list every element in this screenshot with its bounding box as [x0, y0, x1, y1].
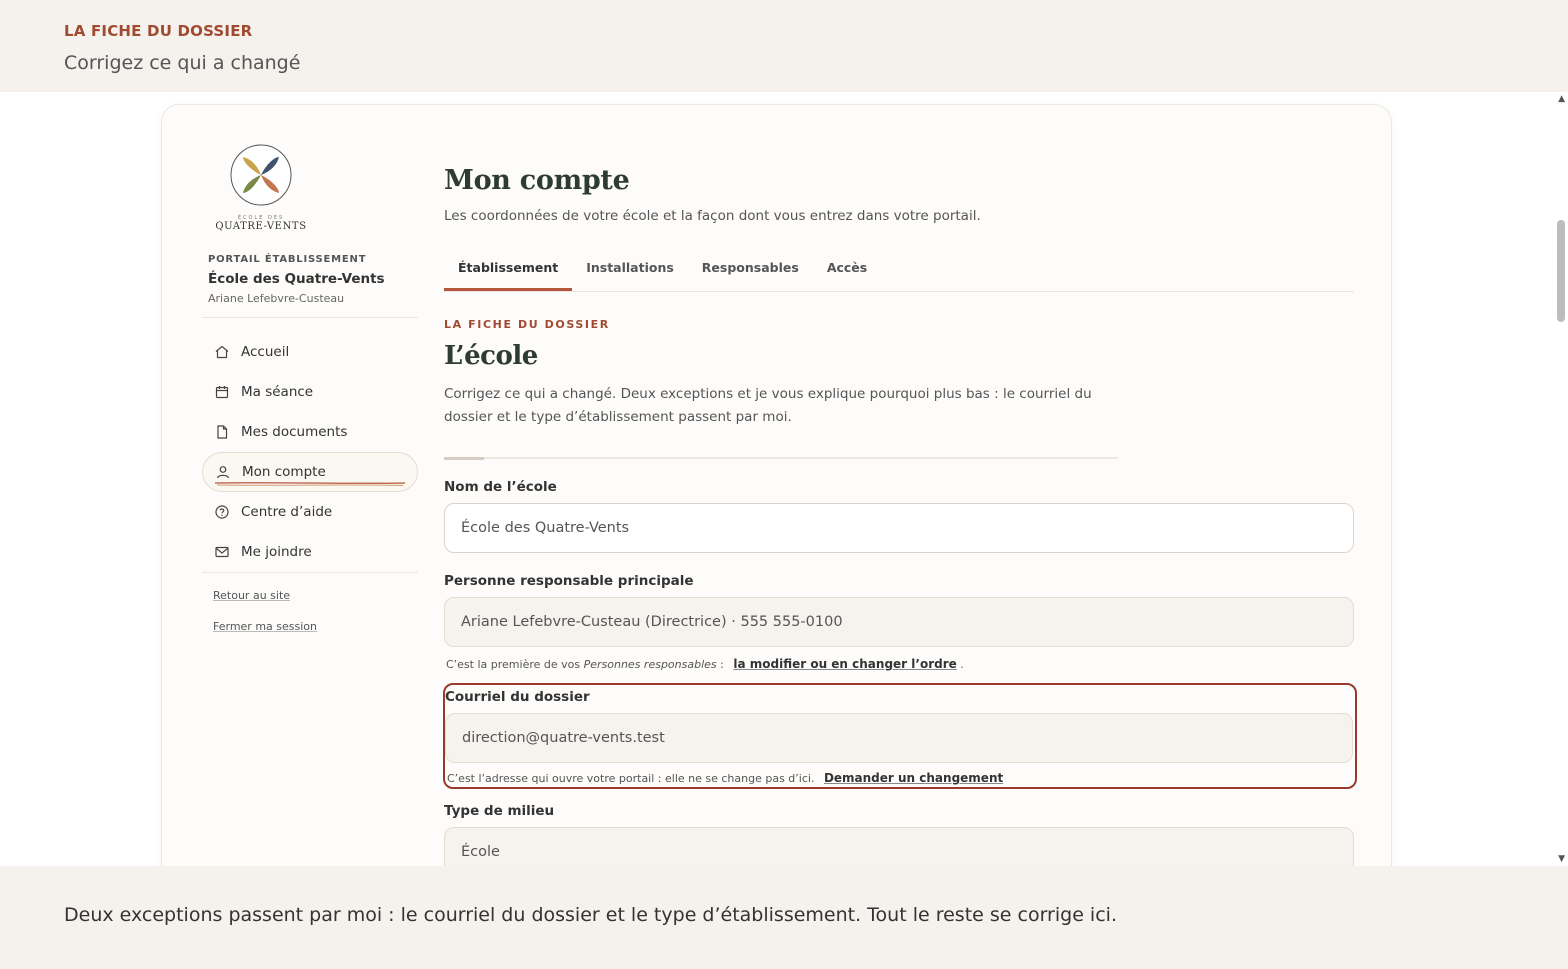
portal-label: PORTAIL ÉTABLISSEMENT: [208, 254, 367, 265]
user-icon: [215, 464, 231, 480]
email-label: Courriel du dossier: [445, 689, 590, 705]
fermer-session-link[interactable]: Fermer ma session: [213, 620, 418, 633]
main-contact-value: Ariane Lefebvre-Custeau (Directrice) · 5…: [461, 614, 843, 630]
email-highlight-box: Courriel du dossier direction@quatre-ven…: [443, 683, 1357, 789]
section-description: Corrigez ce qui a changé. Deux exception…: [444, 386, 1092, 425]
main-contact-hint: C’est la première de vos Personnes respo…: [444, 657, 1354, 671]
sidebar-item-centre-aide[interactable]: Centre d’aide: [202, 492, 418, 532]
help-icon: [214, 504, 230, 520]
sidebar-nav: Accueil Ma séance Mes documents Mon comp…: [202, 332, 418, 572]
active-underline-decoration: [215, 482, 405, 486]
sidebar-item-label: Accueil: [241, 344, 290, 360]
type-value: École: [461, 844, 500, 860]
modify-responsables-link[interactable]: la modifier ou en changer l’ordre: [733, 657, 956, 671]
type-label: Type de milieu: [444, 803, 555, 819]
sidebar-school-name: École des Quatre-Vents: [208, 271, 385, 287]
sidebar-item-label: Mes documents: [241, 424, 348, 440]
account-tabs: Établissement Installations Responsables…: [444, 250, 1354, 292]
bottom-banner-text: Deux exceptions passent par moi : le cou…: [64, 904, 1117, 926]
sidebar-user-name: Ariane Lefebvre-Custeau: [208, 292, 345, 305]
tab-acces[interactable]: Accès: [813, 250, 881, 291]
top-banner: LA FICHE DU DOSSIER Corrigez ce qui a ch…: [0, 0, 1568, 92]
school-name-value: École des Quatre-Vents: [461, 520, 630, 536]
hint-separator: :: [716, 658, 724, 671]
sidebar-item-label: Mon compte: [242, 464, 326, 480]
sidebar-item-mon-compte[interactable]: Mon compte: [202, 452, 418, 492]
type-field: École: [444, 827, 1354, 866]
mail-icon: [214, 544, 230, 560]
calendar-icon: [214, 384, 230, 400]
retour-au-site-link[interactable]: Retour au site: [213, 589, 418, 602]
logo-name: QUATRE-VENTS: [215, 221, 307, 232]
scroll-up-icon[interactable]: ▲: [1558, 94, 1565, 104]
main-content: Mon compte Les coordonnées de votre écol…: [443, 165, 1357, 866]
document-icon: [214, 424, 230, 440]
page-viewport: ÉCOLE DES QUATRE-VENTS PORTAIL ÉTABLISSE…: [0, 92, 1568, 866]
hint-end: .: [960, 658, 964, 671]
email-value: direction@quatre-vents.test: [462, 730, 665, 746]
email-hint: C’est l’adresse qui ouvre votre portail …: [445, 771, 1353, 785]
banner-subtitle: Corrigez ce qui a changé: [64, 52, 301, 74]
tab-etablissement[interactable]: Établissement: [444, 250, 573, 291]
tab-responsables[interactable]: Responsables: [688, 250, 813, 291]
sidebar-item-me-joindre[interactable]: Me joindre: [202, 532, 418, 572]
scroll-thumb[interactable]: [1557, 220, 1565, 322]
sidebar-item-accueil[interactable]: Accueil: [202, 332, 418, 372]
sidebar-item-label: Me joindre: [241, 544, 312, 560]
account-card: ÉCOLE DES QUATRE-VENTS PORTAIL ÉTABLISSE…: [161, 104, 1392, 866]
page-title: Mon compte: [444, 165, 630, 196]
logo-emblem-icon: [230, 144, 292, 206]
school-name-label: Nom de l’école: [444, 479, 557, 495]
hint-prefix: C’est la première de vos: [446, 658, 584, 671]
page-subtitle: Les coordonnées de votre école et la faç…: [444, 208, 981, 224]
hint-emphasis: Personnes responsables: [583, 658, 717, 671]
sidebar-item-label: Ma séance: [241, 384, 314, 400]
main-contact-field: Ariane Lefebvre-Custeau (Directrice) · 5…: [444, 597, 1354, 647]
email-field: direction@quatre-vents.test: [445, 713, 1353, 763]
school-name-input[interactable]: École des Quatre-Vents: [444, 503, 1354, 553]
section-title: L’école: [444, 341, 538, 371]
section-eyebrow: LA FICHE DU DOSSIER: [444, 318, 610, 331]
main-contact-label: Personne responsable principale: [444, 573, 694, 589]
banner-eyebrow: LA FICHE DU DOSSIER: [64, 22, 253, 40]
sidebar: ÉCOLE DES QUATRE-VENTS PORTAIL ÉTABLISSE…: [202, 143, 418, 633]
email-hint-text: C’est l’adresse qui ouvre votre portail …: [447, 772, 815, 785]
tab-installations[interactable]: Installations: [572, 250, 688, 291]
sidebar-item-label: Centre d’aide: [241, 504, 333, 520]
scroll-down-icon[interactable]: ▼: [1558, 854, 1565, 864]
sidebar-links: Retour au site Fermer ma session: [202, 573, 418, 633]
bottom-banner: Deux exceptions passent par moi : le cou…: [0, 866, 1568, 969]
sidebar-item-mes-documents[interactable]: Mes documents: [202, 412, 418, 452]
home-icon: [214, 344, 230, 360]
school-logo: ÉCOLE DES QUATRE-VENTS: [206, 143, 316, 232]
section-divider: [444, 457, 1118, 460]
request-change-link[interactable]: Demander un changement: [824, 771, 1003, 785]
sidebar-item-ma-seance[interactable]: Ma séance: [202, 372, 418, 412]
scrollbar[interactable]: ▲ ▼: [1552, 92, 1568, 866]
sidebar-divider: [202, 317, 418, 318]
